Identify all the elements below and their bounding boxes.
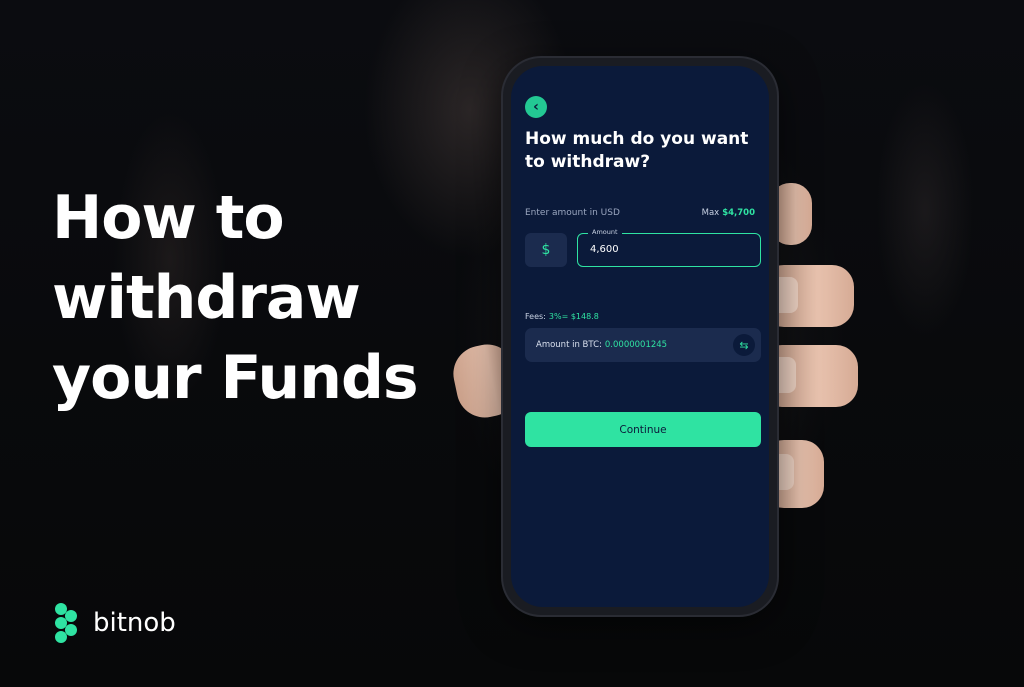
currency-selector[interactable]: $ — [525, 233, 567, 267]
phone-screen: ‹ How much do you want to withdraw? Ente… — [511, 66, 769, 607]
amount-input-value: 4,600 — [590, 244, 619, 255]
swap-icon: ⇆ — [739, 338, 749, 352]
btc-value: 0.0000001245 — [604, 340, 668, 350]
continue-button[interactable]: Continue — [525, 412, 761, 447]
headline: How to withdraw your Funds — [52, 178, 419, 418]
fees-value: 3%= $148.8 — [548, 312, 599, 321]
page-title: How much do you want to withdraw? — [525, 129, 749, 172]
max-value: $4,700 — [722, 208, 755, 218]
bitnob-logo-icon — [55, 603, 83, 643]
brand-name: bitnob — [93, 608, 176, 638]
currency-symbol: $ — [541, 242, 551, 258]
phone: ‹ How much do you want to withdraw? Ente… — [503, 58, 777, 615]
headline-line-3: your Funds — [52, 343, 419, 413]
max-label: Max — [701, 208, 720, 218]
btc-amount-row: Amount in BTC: 0.0000001245 ⇆ — [525, 328, 761, 362]
chevron-left-icon: ‹ — [533, 99, 539, 115]
fees-label: Fees: — [525, 312, 546, 321]
fees-info: Fees: 3%= $148.8 — [525, 312, 599, 321]
swap-button[interactable]: ⇆ — [733, 334, 755, 356]
max-amount: Max $4,700 — [702, 208, 755, 218]
amount-section-label: Enter amount in USD — [525, 208, 620, 218]
headline-line-2: withdraw — [52, 263, 361, 333]
btc-amount: Amount in BTC: 0.0000001245 — [536, 340, 667, 350]
amount-input[interactable]: Amount 4,600 — [577, 228, 761, 267]
amount-input-label: Amount — [588, 228, 622, 236]
back-button[interactable]: ‹ — [525, 96, 547, 118]
headline-line-1: How to — [52, 183, 285, 253]
btc-label: Amount in BTC: — [536, 340, 602, 350]
brand-logo: bitnob — [55, 603, 176, 643]
